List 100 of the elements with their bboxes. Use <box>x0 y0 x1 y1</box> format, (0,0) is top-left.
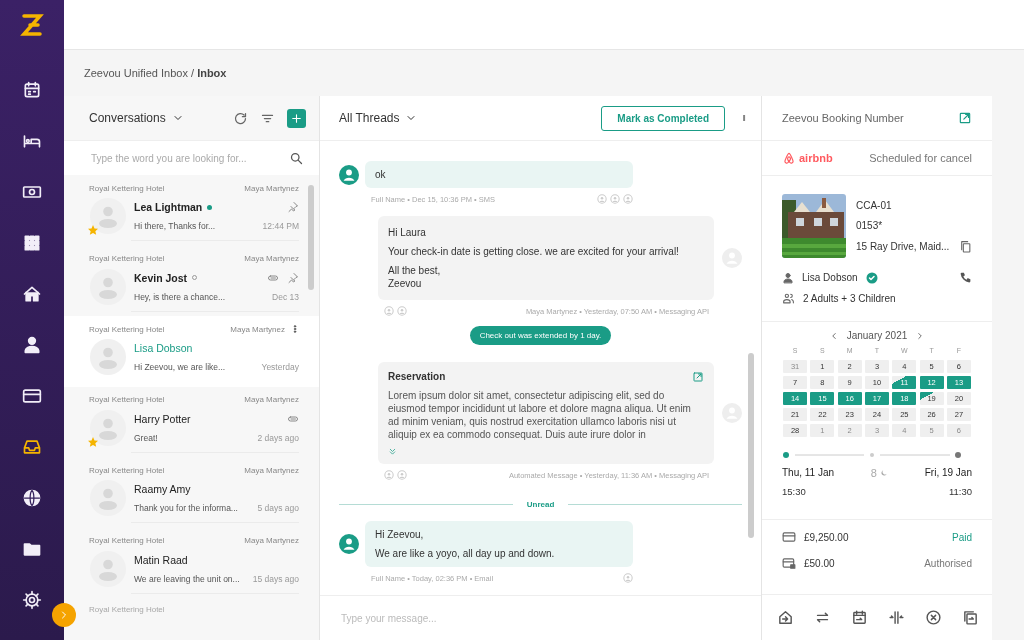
checkin-time: 15:30 <box>782 486 806 497</box>
add-button[interactable] <box>287 108 306 128</box>
checkout-date: Fri, 19 Jan <box>924 467 972 479</box>
plus-icon <box>290 111 303 125</box>
search-input[interactable]: Type the word you are looking for... <box>89 151 289 165</box>
reader-avatar-icon <box>384 470 394 480</box>
reader-avatar-icon <box>597 194 607 204</box>
globe-icon[interactable] <box>22 487 42 508</box>
copy-icon[interactable] <box>962 609 979 626</box>
threads-dropdown[interactable]: All Threads <box>339 111 418 125</box>
guest-name: Harry Potter <box>134 412 191 425</box>
search-field[interactable]: Type the word you are looking for... <box>64 141 319 175</box>
cancel-icon[interactable] <box>925 609 942 626</box>
message-preview: Hey, is there a chance... <box>134 291 226 302</box>
refresh-icon[interactable] <box>233 110 248 126</box>
message-time: Yesterday <box>261 362 299 372</box>
channel-logo-icon <box>782 151 796 165</box>
sender-avatar-icon <box>339 164 359 185</box>
conversation-item[interactable]: Royal Kettering Hotel Maya Martynez Lea Lightman Hi there, Thanks for... 12:44 PM <box>64 175 319 246</box>
unit-number: 0153* <box>856 220 884 231</box>
message-time: 5 days ago <box>257 503 299 513</box>
property-name: Royal Kettering Hotel <box>89 465 165 475</box>
event-pill: Check out was extended by 1 day. <box>469 326 612 345</box>
split-icon[interactable] <box>888 609 905 626</box>
reader-avatar-icon <box>610 194 620 204</box>
card-icon <box>782 530 796 544</box>
external-link-icon[interactable] <box>692 370 704 383</box>
guest-name: Matin Raad <box>134 553 188 566</box>
guest-name: Lisa Dobson <box>802 272 858 283</box>
avatar-icon <box>90 409 126 446</box>
conversation-item[interactable]: Royal Kettering Hotel Maya Martynez Matin Raad We are leaving the unit on... 15 days ago <box>64 527 319 598</box>
reader-avatar-icon <box>623 573 633 583</box>
agent-name: Maya Martynez <box>244 536 299 545</box>
scrollbar[interactable] <box>748 353 754 538</box>
conversation-item[interactable]: Royal Kettering Hotel Maya Martynez Kevin Jost Hey, is there a chance... Dec 13 <box>64 245 319 316</box>
nights-count: 8 <box>870 467 877 479</box>
calendar-icon[interactable] <box>22 79 42 100</box>
conversation-item[interactable]: Royal Kettering Hotel Maya Martynez Harry Potter Great! 2 days ago <box>64 386 319 457</box>
avatar-icon <box>90 198 126 234</box>
phone-icon[interactable] <box>959 271 972 284</box>
people-icon <box>782 292 795 305</box>
unread-divider: Unread <box>526 500 555 509</box>
property-name: Royal Kettering Hotel <box>89 324 165 334</box>
external-link-icon[interactable] <box>958 111 972 125</box>
conversation-item[interactable]: Royal Kettering Hotel Maya Martynez Raamy Amy Thank you for the informa... 5 days ago <box>64 457 319 528</box>
guest-name: Raamy Amy <box>134 483 191 495</box>
property-name: Royal Kettering Hotel <box>89 183 165 193</box>
channel-name: airbnb <box>799 152 833 164</box>
message-bubble: ok <box>365 161 633 188</box>
card-lock-icon <box>782 556 796 570</box>
logo-icon[interactable] <box>20 12 44 38</box>
message-preview: Great! <box>134 432 158 443</box>
expand-button[interactable] <box>52 603 76 627</box>
property-name: Royal Kettering Hotel <box>89 254 165 263</box>
sender-avatar-icon <box>339 534 359 554</box>
party-size: 2 Adults + 3 Children <box>803 293 896 304</box>
message-preview: Hi Zeevou, we are like... <box>134 362 226 372</box>
property-name: Royal Kettering Hotel <box>89 605 165 614</box>
card-title: Reservation <box>388 370 446 383</box>
message-time: Dec 13 <box>272 291 299 302</box>
agent-name: Maya Martynez <box>244 254 299 263</box>
conversations-dropdown[interactable]: Conversations <box>89 111 184 125</box>
agent-name: Maya Martynez <box>244 465 299 475</box>
property-name: Royal Kettering Hotel <box>89 395 165 404</box>
message-preview: Hi there, Thanks for... <box>134 221 216 231</box>
agent-name: Maya Martynez <box>244 183 299 193</box>
moon-icon <box>879 469 888 477</box>
guest-name: Lisa Dobson <box>134 342 193 354</box>
conversation-item[interactable]: Royal Kettering Hotel Maya Martynez Lisa Dobson Hi Zeevou, we are like... Yesterday <box>64 316 319 387</box>
payment-amount: £50.00 <box>804 557 835 569</box>
message-preview: We are leaving the unit on... <box>134 573 240 584</box>
person-icon[interactable] <box>22 334 42 355</box>
booking-status: Scheduled for cancel <box>869 152 972 164</box>
reader-avatar-icon <box>397 470 407 480</box>
settings-icon[interactable] <box>22 589 42 610</box>
search-icon[interactable] <box>289 150 304 166</box>
guest-name: Lea Lightman <box>134 201 203 213</box>
agent-name: Maya Martynez <box>230 324 285 334</box>
checkin-date: Thu, 11 Jan <box>782 467 835 479</box>
reader-avatar-icon <box>384 306 394 316</box>
copy-icon[interactable] <box>959 240 972 253</box>
agent-name: Maya Martynez <box>244 395 299 404</box>
reader-avatar-icon <box>623 194 633 204</box>
unit-code: CCA-01 <box>856 200 893 211</box>
payment-amount: £9,250.00 <box>804 531 849 543</box>
person-icon <box>782 271 794 284</box>
check-in-icon[interactable] <box>777 609 794 626</box>
payment-status: Paid <box>952 531 972 543</box>
payment-status: Authorised <box>924 557 972 569</box>
calendar-month: January 2021 <box>846 330 908 341</box>
mark-completed-button[interactable]: Mark as Completed <box>601 105 725 131</box>
checkout-time: 11:30 <box>948 486 972 497</box>
card-text: Lorem ipsum dolor sit amet, consectetur adipiscing elit, sed do eiusmod tempor incididunt ut labore et dolore magna aliqua. Ut enim ad minim veniam, quis nostrud exercitation ullamco laboris nisi ut aliquip ex ea commodo consequat. Duis aute irure dolor in <box>388 389 692 441</box>
message-time: 12:44 PM <box>262 221 299 231</box>
breadcrumb: Zeevou Unified Inbox / Inbox <box>84 67 227 79</box>
scrollbar[interactable] <box>308 185 314 290</box>
message-bubble: Hi Zeevou, We are like a yoyo, all day up and down. <box>365 521 633 567</box>
message-bubble: Hi Laura Your check-in date is getting close. we are excited for your arrival! All the best, Zeevou <box>378 216 714 300</box>
reader-avatar-icon <box>397 306 407 316</box>
guest-name: Kevin Jost <box>134 271 188 284</box>
